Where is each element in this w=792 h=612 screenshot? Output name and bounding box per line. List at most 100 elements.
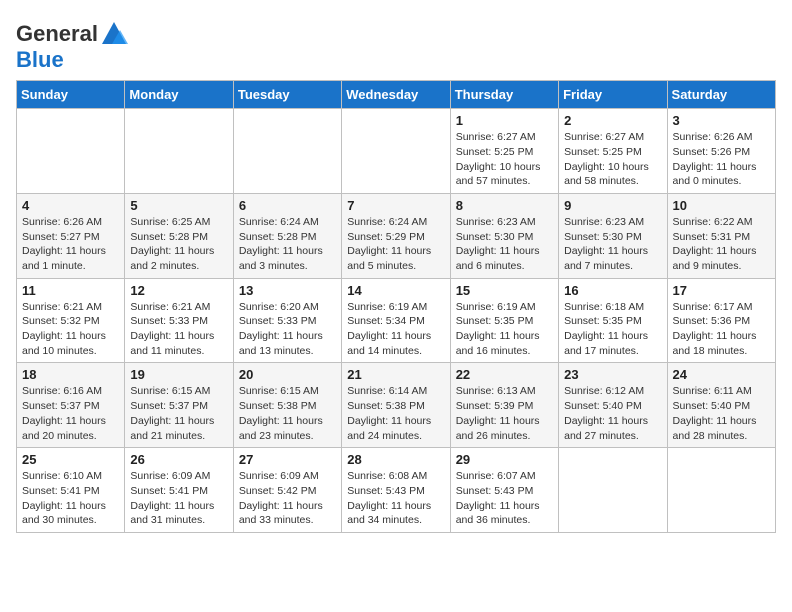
calendar-cell: 7 Sunrise: 6:24 AMSunset: 5:29 PMDaylight… [342,193,450,278]
calendar-cell: 21Sunrise: 6:14 AMSunset: 5:38 PMDayligh… [342,363,450,448]
day-number: 26 [130,452,227,467]
day-number: 7 [347,198,444,213]
day-info: Sunrise: 6:09 AMSunset: 5:41 PMDaylight:… [130,469,227,528]
day-number: 9 [564,198,661,213]
calendar-cell: 1 Sunrise: 6:27 AMSunset: 5:25 PMDaylight… [450,109,558,194]
calendar-cell: 24 Sunrise: 6:11 AMSunset: 5:40 PMDayligh… [667,363,775,448]
calendar-cell: 15 Sunrise: 6:19 AMSunset: 5:35 PMDayligh… [450,278,558,363]
calendar-cell: 3Sunrise: 6:26 AMSunset: 5:26 PMDaylight… [667,109,775,194]
day-number: 20 [239,367,336,382]
weekday-header-sunday: Sunday [17,81,125,109]
day-number: 8 [456,198,553,213]
day-number: 23 [564,367,661,382]
calendar-cell [125,109,233,194]
day-number: 12 [130,283,227,298]
calendar-cell: 22 Sunrise: 6:13 AMSunset: 5:39 PMDayligh… [450,363,558,448]
day-number: 22 [456,367,553,382]
day-info: Sunrise: 6:27 AMSunset: 5:25 PMDaylight:… [456,130,553,189]
calendar-cell: 20 Sunrise: 6:15 AMSunset: 5:38 PMDayligh… [233,363,341,448]
day-number: 1 [456,113,553,128]
day-info: Sunrise: 6:13 AMSunset: 5:39 PMDaylight:… [456,384,553,443]
calendar-cell: 23 Sunrise: 6:12 AMSunset: 5:40 PMDayligh… [559,363,667,448]
day-number: 11 [22,283,119,298]
day-info: Sunrise: 6:07 AMSunset: 5:43 PMDaylight:… [456,469,553,528]
day-number: 19 [130,367,227,382]
day-number: 14 [347,283,444,298]
calendar-week-1: 1 Sunrise: 6:27 AMSunset: 5:25 PMDaylight… [17,109,776,194]
day-info: Sunrise: 6:23 AMSunset: 5:30 PMDaylight:… [456,215,553,274]
logo-text-blue: Blue [16,48,64,72]
weekday-header-wednesday: Wednesday [342,81,450,109]
calendar-header: SundayMondayTuesdayWednesdayThursdayFrid… [17,81,776,109]
day-number: 4 [22,198,119,213]
day-number: 28 [347,452,444,467]
calendar-cell: 25 Sunrise: 6:10 AMSunset: 5:41 PMDayligh… [17,448,125,533]
day-number: 18 [22,367,119,382]
logo: General Blue [16,20,128,72]
day-number: 6 [239,198,336,213]
logo-text-general: General [16,22,98,46]
weekday-header-thursday: Thursday [450,81,558,109]
day-info: Sunrise: 6:24 AMSunset: 5:28 PMDaylight:… [239,215,336,274]
calendar-cell: 14 Sunrise: 6:19 AMSunset: 5:34 PMDayligh… [342,278,450,363]
calendar-cell: 29Sunrise: 6:07 AMSunset: 5:43 PMDayligh… [450,448,558,533]
day-info: Sunrise: 6:11 AMSunset: 5:40 PMDaylight:… [673,384,770,443]
calendar-cell: 18 Sunrise: 6:16 AMSunset: 5:37 PMDayligh… [17,363,125,448]
day-info: Sunrise: 6:10 AMSunset: 5:41 PMDaylight:… [22,469,119,528]
day-info: Sunrise: 6:15 AMSunset: 5:37 PMDaylight:… [130,384,227,443]
calendar-cell: 4 Sunrise: 6:26 AMSunset: 5:27 PMDaylight… [17,193,125,278]
day-number: 15 [456,283,553,298]
day-number: 16 [564,283,661,298]
day-number: 17 [673,283,770,298]
calendar-week-5: 25 Sunrise: 6:10 AMSunset: 5:41 PMDayligh… [17,448,776,533]
calendar-cell: 12 Sunrise: 6:21 AMSunset: 5:33 PMDayligh… [125,278,233,363]
day-info: Sunrise: 6:12 AMSunset: 5:40 PMDaylight:… [564,384,661,443]
day-info: Sunrise: 6:24 AMSunset: 5:29 PMDaylight:… [347,215,444,274]
day-number: 5 [130,198,227,213]
day-number: 2 [564,113,661,128]
calendar-cell: 9 Sunrise: 6:23 AMSunset: 5:30 PMDaylight… [559,193,667,278]
day-info: Sunrise: 6:21 AMSunset: 5:32 PMDaylight:… [22,300,119,359]
day-info: Sunrise: 6:15 AMSunset: 5:38 PMDaylight:… [239,384,336,443]
logo-icon [100,20,128,48]
day-info: Sunrise: 6:27 AMSunset: 5:25 PMDaylight:… [564,130,661,189]
day-number: 10 [673,198,770,213]
day-info: Sunrise: 6:20 AMSunset: 5:33 PMDaylight:… [239,300,336,359]
calendar-cell [17,109,125,194]
weekday-header-monday: Monday [125,81,233,109]
calendar-cell [342,109,450,194]
calendar-cell: 13 Sunrise: 6:20 AMSunset: 5:33 PMDayligh… [233,278,341,363]
day-info: Sunrise: 6:09 AMSunset: 5:42 PMDaylight:… [239,469,336,528]
calendar-cell: 2 Sunrise: 6:27 AMSunset: 5:25 PMDaylight… [559,109,667,194]
calendar-cell: 19 Sunrise: 6:15 AMSunset: 5:37 PMDayligh… [125,363,233,448]
calendar-body: 1 Sunrise: 6:27 AMSunset: 5:25 PMDaylight… [17,109,776,533]
calendar-cell: 26 Sunrise: 6:09 AMSunset: 5:41 PMDayligh… [125,448,233,533]
day-info: Sunrise: 6:26 AMSunset: 5:27 PMDaylight:… [22,215,119,274]
calendar-cell: 28 Sunrise: 6:08 AMSunset: 5:43 PMDayligh… [342,448,450,533]
calendar-table: SundayMondayTuesdayWednesdayThursdayFrid… [16,80,776,533]
calendar-week-4: 18 Sunrise: 6:16 AMSunset: 5:37 PMDayligh… [17,363,776,448]
calendar-cell [559,448,667,533]
day-info: Sunrise: 6:17 AMSunset: 5:36 PMDaylight:… [673,300,770,359]
calendar-cell [667,448,775,533]
day-info: Sunrise: 6:19 AMSunset: 5:34 PMDaylight:… [347,300,444,359]
day-info: Sunrise: 6:16 AMSunset: 5:37 PMDaylight:… [22,384,119,443]
day-info: Sunrise: 6:22 AMSunset: 5:31 PMDaylight:… [673,215,770,274]
calendar-cell: 8 Sunrise: 6:23 AMSunset: 5:30 PMDaylight… [450,193,558,278]
weekday-header-saturday: Saturday [667,81,775,109]
page-header: General Blue [16,16,776,72]
day-info: Sunrise: 6:25 AMSunset: 5:28 PMDaylight:… [130,215,227,274]
day-info: Sunrise: 6:14 AMSunset: 5:38 PMDaylight:… [347,384,444,443]
day-info: Sunrise: 6:21 AMSunset: 5:33 PMDaylight:… [130,300,227,359]
day-number: 13 [239,283,336,298]
calendar-cell: 27 Sunrise: 6:09 AMSunset: 5:42 PMDayligh… [233,448,341,533]
calendar-week-3: 11 Sunrise: 6:21 AMSunset: 5:32 PMDayligh… [17,278,776,363]
day-info: Sunrise: 6:19 AMSunset: 5:35 PMDaylight:… [456,300,553,359]
day-info: Sunrise: 6:08 AMSunset: 5:43 PMDaylight:… [347,469,444,528]
day-info: Sunrise: 6:23 AMSunset: 5:30 PMDaylight:… [564,215,661,274]
day-number: 25 [22,452,119,467]
day-number: 24 [673,367,770,382]
calendar-week-2: 4 Sunrise: 6:26 AMSunset: 5:27 PMDaylight… [17,193,776,278]
day-number: 27 [239,452,336,467]
calendar-cell [233,109,341,194]
